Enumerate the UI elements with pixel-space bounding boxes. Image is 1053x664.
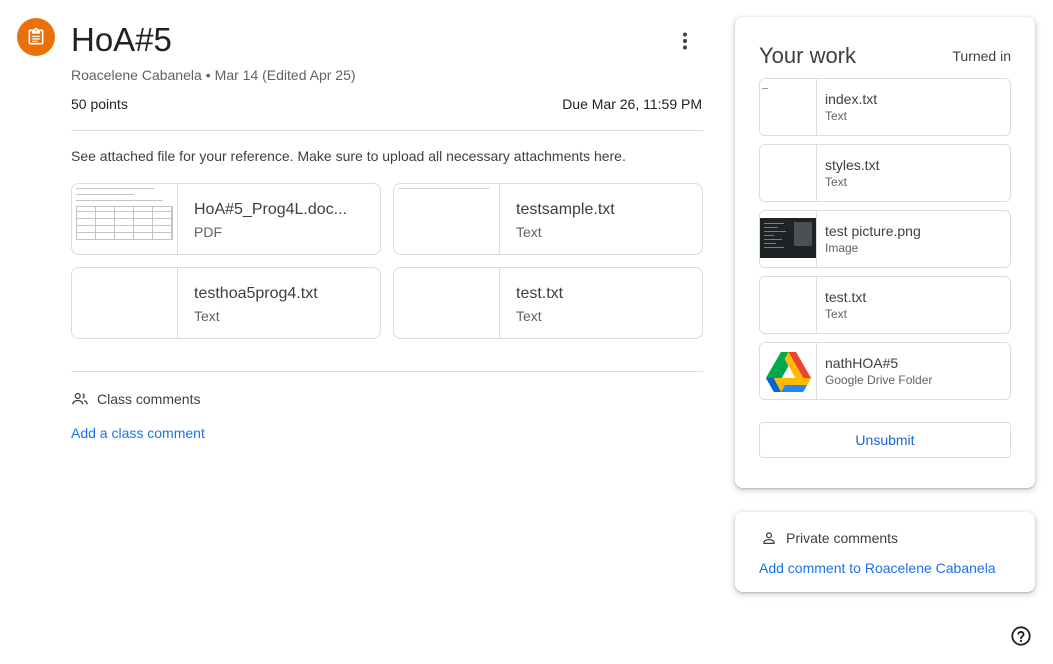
more-options-button[interactable] xyxy=(670,26,700,56)
attachment-name: test.txt xyxy=(516,285,564,302)
file-name: styles.txt xyxy=(825,157,880,173)
help-button[interactable] xyxy=(1009,624,1033,648)
private-comments-label: Private comments xyxy=(786,530,899,546)
due-date: Due Mar 26, 11:59 PM xyxy=(562,96,702,112)
attachment-card[interactable]: testsample.txt Text xyxy=(393,183,703,255)
points-label: 50 points xyxy=(71,96,128,112)
file-type: Image xyxy=(825,241,859,255)
attachment-card[interactable]: HoA#5_Prog4L.doc... PDF xyxy=(71,183,381,255)
attachment-type: PDF xyxy=(194,224,222,240)
assignment-icon xyxy=(17,18,55,56)
attachment-type: Text xyxy=(194,308,220,324)
private-comments-card: Private comments Add comment to Roacelen… xyxy=(735,512,1035,592)
file-thumbnail xyxy=(760,79,817,135)
header-divider xyxy=(71,130,703,131)
image-thumbnail xyxy=(760,211,817,267)
more-vert-icon xyxy=(683,32,687,50)
file-name: test.txt xyxy=(825,289,867,305)
attachment-name: testhoa5prog4.txt xyxy=(194,285,318,302)
file-thumbnail xyxy=(760,277,817,333)
file-type: Text xyxy=(825,175,848,189)
attachment-name: HoA#5_Prog4L.doc... xyxy=(194,201,347,218)
attachment-name: testsample.txt xyxy=(516,201,615,218)
attachment-card[interactable]: testhoa5prog4.txt Text xyxy=(71,267,381,339)
attachment-type: Text xyxy=(516,224,542,240)
class-comments-header: Class comments xyxy=(71,390,200,408)
work-file-item[interactable]: nathHOA#5 Google Drive Folder xyxy=(759,342,1011,400)
file-name: index.txt xyxy=(825,91,878,107)
add-private-comment-link[interactable]: Add comment to Roacelene Cabanela xyxy=(759,560,996,576)
assignment-description: See attached file for your reference. Ma… xyxy=(71,148,626,164)
file-thumbnail xyxy=(760,145,817,201)
help-icon xyxy=(1011,626,1031,646)
your-work-title: Your work xyxy=(759,43,857,68)
status-badge: Turned in xyxy=(952,48,1011,64)
people-icon xyxy=(71,390,89,408)
unsubmit-button[interactable]: Unsubmit xyxy=(759,422,1011,458)
work-file-item[interactable]: test picture.png Image xyxy=(759,210,1011,268)
attachment-thumbnail xyxy=(394,268,500,338)
attachment-thumbnail xyxy=(72,184,178,254)
post-date: Mar 14 (Edited Apr 25) xyxy=(214,67,356,83)
file-type: Text xyxy=(825,109,848,123)
assignment-meta: Roacelene Cabanela • Mar 14 (Edited Apr 25… xyxy=(71,67,356,83)
file-name: test picture.png xyxy=(825,223,921,239)
comments-divider xyxy=(71,371,703,372)
person-icon xyxy=(761,530,777,546)
work-file-item[interactable]: index.txt Text xyxy=(759,78,1011,136)
work-file-item[interactable]: styles.txt Text xyxy=(759,144,1011,202)
assignment-title: HoA#5 xyxy=(71,21,172,58)
attachment-type: Text xyxy=(516,308,542,324)
private-comments-header: Private comments xyxy=(761,530,898,546)
your-work-card: Your work Turned in index.txt Text style… xyxy=(735,17,1035,488)
attachment-card[interactable]: test.txt Text xyxy=(393,267,703,339)
add-class-comment-link[interactable]: Add a class comment xyxy=(71,425,205,441)
file-type: Google Drive Folder xyxy=(825,373,933,387)
author-name: Roacelene Cabanela xyxy=(71,67,202,83)
file-type: Text xyxy=(825,307,848,321)
attachment-thumbnail xyxy=(394,184,500,254)
file-name: nathHOA#5 xyxy=(825,355,899,371)
meta-separator: • xyxy=(205,67,211,83)
attachment-thumbnail xyxy=(72,268,178,338)
work-file-item[interactable]: test.txt Text xyxy=(759,276,1011,334)
class-comments-label: Class comments xyxy=(97,391,201,407)
google-drive-icon xyxy=(760,343,817,399)
